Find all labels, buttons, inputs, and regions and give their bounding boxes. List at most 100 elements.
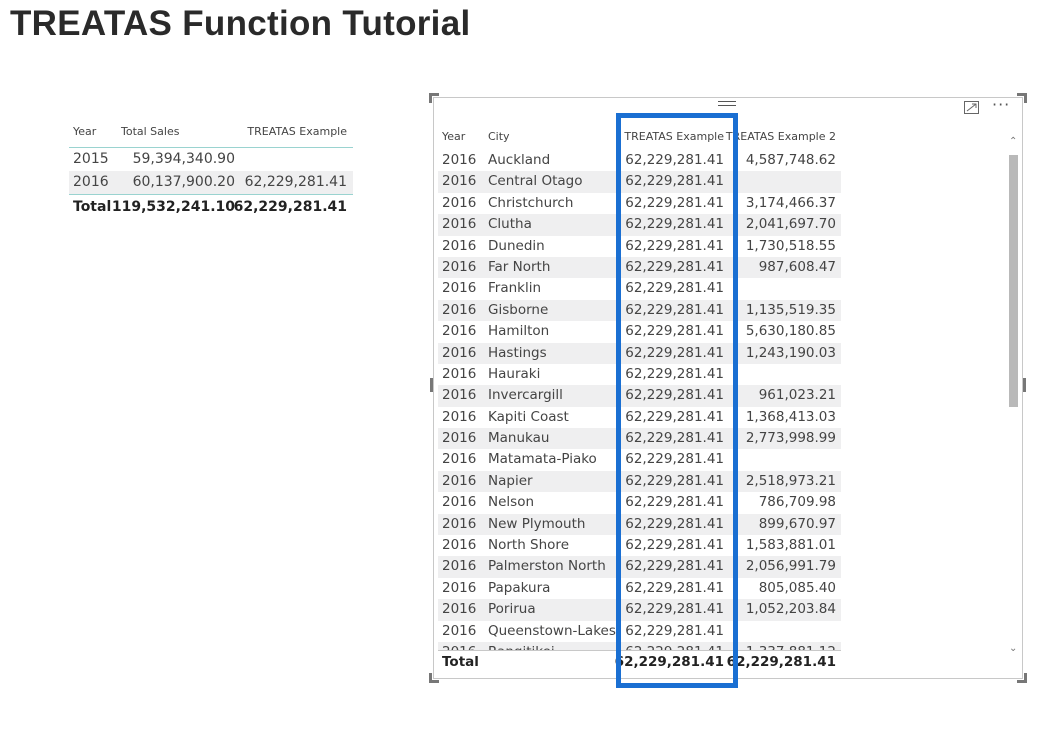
cell-year: 2016	[442, 323, 477, 340]
cell-treatas-example: 62,229,281.41	[625, 152, 724, 168]
resize-handle-left[interactable]	[430, 378, 433, 392]
table-row[interactable]: 2016 Rangitikei 62,229,281.41 1,337,881.12	[438, 641, 841, 650]
summary-table: Year Total Sales TREATAS Example 2015 59…	[69, 120, 353, 219]
cell-city: Gisborne	[488, 301, 549, 318]
cell-city: Christchurch	[488, 194, 574, 211]
table-row[interactable]: 2016 Franklin 62,229,281.41	[438, 278, 841, 299]
header-treatas-example[interactable]: TREATAS Example	[624, 130, 724, 143]
cell-year: 2016	[442, 301, 477, 318]
table-row[interactable]: 2016 Palmerston North 62,229,281.41 2,056,9…	[438, 556, 841, 578]
resize-handle-right[interactable]	[1023, 378, 1026, 392]
cell-treatas-example-2: 1,052,203.84	[745, 601, 836, 618]
table-row[interactable]: 2016 Queenstown-Lakes 62,229,281.41	[438, 621, 841, 642]
table-row[interactable]: 2016 New Plymouth 62,229,281.41 899,670.97	[438, 513, 841, 536]
table-row[interactable]: 2016 Auckland 62,229,281.41 4,587,748.62	[438, 150, 841, 171]
table-row[interactable]: 2016 Porirua 62,229,281.41 1,052,203.84	[438, 599, 841, 621]
table-row[interactable]: 2016 Hamilton 62,229,281.41 5,630,180.85	[438, 321, 841, 342]
scrollbar-thumb[interactable]	[1009, 155, 1018, 407]
table-row[interactable]: 2016 Hauraki 62,229,281.41	[438, 364, 841, 385]
table-row[interactable]: 2016 Nelson 62,229,281.41 786,709.98	[438, 492, 841, 513]
header-total-sales[interactable]: Total Sales	[121, 125, 179, 138]
table-row[interactable]: 2016 Far North 62,229,281.41 987,608.47	[438, 256, 841, 279]
cell-city: Hastings	[488, 344, 547, 361]
table-row[interactable]: 2016 Central Otago 62,229,281.41	[438, 171, 841, 193]
table-total-row: Total 62,229,281.41 62,229,281.41	[438, 650, 841, 674]
cell-treatas-example-2: 1,337,881.12	[746, 642, 836, 650]
cell-treatas-example: 62,229,281.41	[625, 537, 724, 554]
more-options-icon[interactable]: ···	[992, 97, 1010, 113]
cell-treatas-example: 62,229,281.41	[625, 642, 724, 650]
header-city[interactable]: City	[488, 130, 510, 143]
table-row[interactable]: 2016 Matamata-Piako 62,229,281.41	[438, 449, 841, 470]
cell-treatas-example: 62,229,281.41	[625, 173, 724, 190]
table-row[interactable]: 2016 North Shore 62,229,281.41 1,583,881.01	[438, 535, 841, 556]
cell-treatas-example: 62,229,281.41	[244, 174, 347, 190]
scroll-down-icon[interactable]: ⌄	[1009, 643, 1017, 654]
city-table: Year City TREATAS Example TREATAS Exampl…	[438, 121, 841, 674]
cell-treatas-example: 62,229,281.41	[625, 601, 724, 618]
table-body[interactable]: 2016 Auckland 62,229,281.41 4,587,748.62 201…	[438, 150, 841, 650]
cell-year: 2016	[442, 237, 477, 254]
table-row[interactable]: 2016 Clutha 62,229,281.41 2,041,697.70	[438, 214, 841, 236]
table-row[interactable]: 2016 Dunedin 62,229,281.41 1,730,518.55	[438, 236, 841, 257]
cell-year: 2016	[442, 579, 477, 596]
vertical-scrollbar[interactable]	[1009, 153, 1018, 640]
table-row[interactable]: 2016 Invercargill 62,229,281.41 961,023.21	[438, 385, 841, 407]
cell-year: 2016	[442, 216, 477, 233]
cell-year: 2016	[442, 451, 477, 468]
table-row[interactable]: 2015 59,394,340.90	[69, 148, 353, 171]
cell-treatas-example: 62,229,281.41	[625, 301, 724, 318]
table-row[interactable]: 2016 Hastings 62,229,281.41 1,243,190.03	[438, 342, 841, 364]
cell-city: Central Otago	[488, 173, 583, 190]
header-year[interactable]: Year	[73, 125, 96, 138]
table-row[interactable]: 2016 Papakura 62,229,281.41 805,085.40	[438, 578, 841, 599]
resize-handle-bottom-left[interactable]	[429, 673, 432, 683]
cell-year: 2016	[442, 494, 477, 511]
cell-city: Matamata-Piako	[488, 451, 597, 468]
header-year[interactable]: Year	[442, 130, 465, 143]
drag-handle-icon[interactable]	[718, 101, 736, 110]
cell-year: 2016	[442, 280, 477, 297]
cell-treatas-example-2: 3,174,466.37	[745, 194, 836, 211]
cell-treatas-example: 62,229,281.41	[625, 451, 724, 468]
cell-city: Nelson	[488, 494, 535, 511]
table-row[interactable]: 2016 Gisborne 62,229,281.41 1,135,519.35	[438, 299, 841, 322]
summary-header-row: Year Total Sales TREATAS Example	[69, 120, 353, 148]
cell-year: 2016	[442, 601, 477, 618]
cell-city: Papakura	[488, 579, 551, 596]
cell-treatas-example: 62,229,281.41	[625, 237, 724, 254]
cell-city: New Plymouth	[488, 515, 586, 532]
header-treatas-example[interactable]: TREATAS Example	[247, 125, 347, 138]
header-treatas-example-2[interactable]: TREATAS Example 2	[726, 130, 836, 143]
cell-year: 2016	[442, 408, 477, 425]
cell-year: 2016	[442, 387, 477, 404]
cell-year: 2016	[442, 537, 477, 554]
cell-treatas-example-2: 1,135,519.35	[745, 301, 836, 318]
cell-treatas-example-2: 4,587,748.62	[745, 152, 836, 168]
total-label: Total	[442, 654, 479, 670]
resize-handle-top-right[interactable]	[1024, 93, 1027, 103]
resize-handle-bottom-right[interactable]	[1024, 673, 1027, 683]
cell-treatas-example: 62,229,281.41	[625, 622, 724, 639]
cell-city: Hamilton	[488, 323, 550, 340]
cell-year: 2016	[442, 430, 477, 447]
total-label: Total	[73, 199, 112, 215]
cell-city: Invercargill	[488, 387, 563, 404]
resize-handle-top-left[interactable]	[429, 93, 432, 103]
cell-treatas-example: 62,229,281.41	[625, 408, 724, 425]
table-row[interactable]: 2016 Napier 62,229,281.41 2,518,973.21	[438, 470, 841, 493]
cell-treatas-example: 62,229,281.41	[625, 472, 724, 489]
table-row[interactable]: 2016 Christchurch 62,229,281.41 3,174,466.3…	[438, 193, 841, 214]
table-row[interactable]: 2016 60,137,900.20 62,229,281.41	[69, 171, 353, 194]
total-treatas-example-2: 62,229,281.41	[726, 654, 836, 670]
cell-city: Rangitikei	[488, 642, 555, 650]
cell-treatas-example: 62,229,281.41	[625, 494, 724, 511]
cell-year: 2016	[442, 642, 476, 650]
scroll-up-icon[interactable]: ⌃	[1009, 136, 1017, 147]
table-visual[interactable]: ··· Year City TREATAS Example TREATAS Ex…	[429, 93, 1027, 683]
cell-total-sales: 60,137,900.20	[132, 174, 235, 190]
cell-year: 2016	[442, 152, 477, 168]
focus-mode-icon[interactable]	[964, 101, 979, 114]
table-row[interactable]: 2016 Kapiti Coast 62,229,281.41 1,368,413.0…	[438, 407, 841, 428]
table-row[interactable]: 2016 Manukau 62,229,281.41 2,773,998.99	[438, 428, 841, 450]
